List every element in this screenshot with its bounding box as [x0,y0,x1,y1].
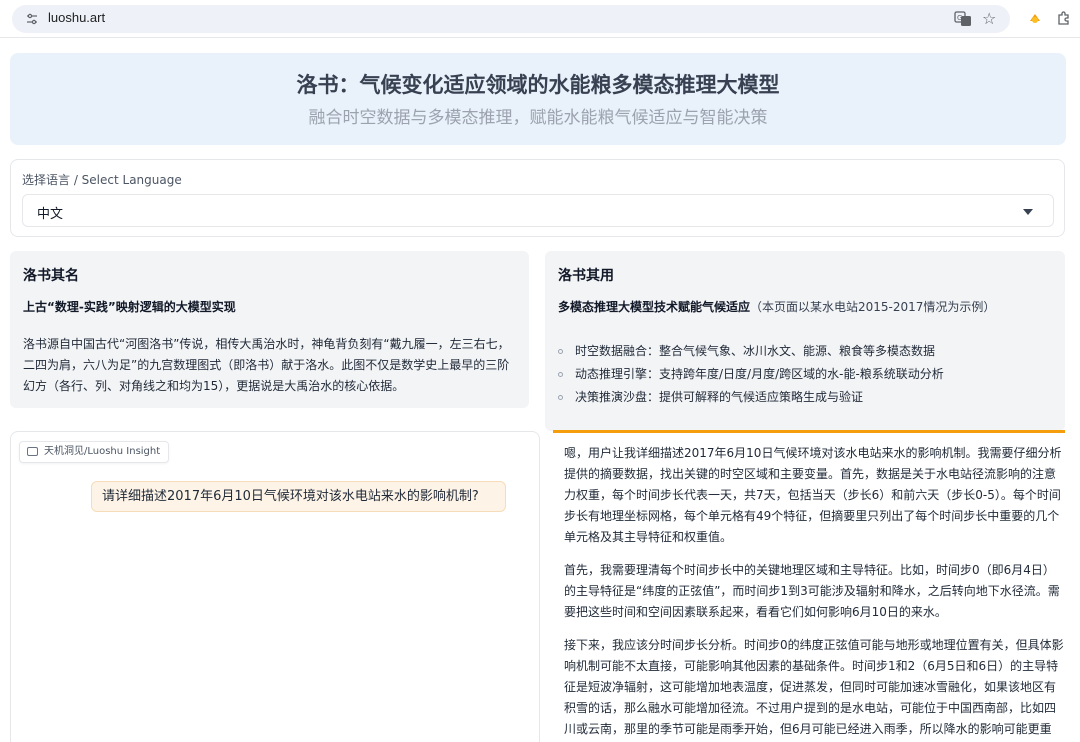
feature-text: 时空数据融合：整合气候气象、冰川水文、能源、粮食等多模态数据 [575,344,935,358]
list-item: 动态推理引擎：支持跨年度/日度/月度/跨区域的水-能-粮系统联动分析 [558,363,944,386]
header-banner: 洛书：气候变化适应领域的水能粮多模态推理大模型 融合时空数据与多模态推理，赋能水… [10,53,1066,145]
star-icon[interactable]: ☆ [982,9,996,29]
card-body-text: 洛书源自中国古代“河图洛书”传说，相传大禹治水时，神龟背负刻有“戴九履一，左三右… [23,334,519,397]
card-title: 洛书其用 [558,265,614,285]
page-subtitle: 融合时空数据与多模态推理，赋能水能粮气候适应与智能决策 [10,103,1066,128]
card-subtitle: 上古“数理-实践”映射逻辑的大模型实现 [23,298,236,315]
chat-tag-label: 天机洞见/Luoshu Insight [44,446,160,457]
card-subtitle: 多模态推理大模型技术赋能气候适应（本页面以某水电站2015-2017情况为示例） [558,298,995,315]
tune-icon[interactable] [26,13,38,25]
card-subtitle-main: 多模态推理大模型技术赋能气候适应 [558,300,750,314]
chat-panel[interactable]: 天机洞见/Luoshu Insight 请详细描述2017年6月10日气候环境对… [10,431,540,742]
language-panel: 选择语言 / Select Language 中文 [10,159,1065,237]
response-paragraph: 嗯，用户让我详细描述2017年6月10日气候环境对该水电站来水的影响机制。我需要… [564,443,1064,548]
language-label: 选择语言 / Select Language [22,171,182,188]
chat-icon [27,447,38,456]
chat-tag: 天机洞见/Luoshu Insight [19,441,169,463]
bullet-icon [558,372,563,377]
card-title: 洛书其名 [23,265,79,285]
card-subtitle-note: （本页面以某水电站2015-2017情况为示例） [750,300,995,314]
translate-icon[interactable]: G [954,10,972,28]
page-title: 洛书：气候变化适应领域的水能粮多模态推理大模型 [10,69,1066,99]
user-message: 请详细描述2017年6月10日气候环境对该水电站来水的影响机制? [91,481,506,512]
language-select[interactable]: 中文 [22,194,1054,227]
chevron-down-icon[interactable] [1023,209,1033,215]
card-luoshu-use: 洛书其用 多模态推理大模型技术赋能气候适应（本页面以某水电站2015-2017情… [545,251,1065,431]
address-bar[interactable]: luoshu.art G ☆ [12,5,1010,33]
url-text[interactable]: luoshu.art [48,10,105,25]
extension-icon[interactable] [1028,11,1042,25]
feature-text: 动态推理引擎：支持跨年度/日度/月度/跨区域的水-能-粮系统联动分析 [575,367,944,381]
response-panel[interactable]: 嗯，用户让我详细描述2017年6月10日气候环境对该水电站来水的影响机制。我需要… [553,430,1065,742]
response-paragraph: 首先，我需要理清每个时间步长中的关键地理区域和主导特征。比如，时间步0（即6月4… [564,560,1064,623]
puzzle-icon[interactable] [1056,10,1072,26]
svg-text:G: G [957,14,962,22]
browser-toolbar: luoshu.art G ☆ [0,0,1080,38]
card-luoshu-name: 洛书其名 上古“数理-实践”映射逻辑的大模型实现 洛书源自中国古代“河图洛书”传… [10,251,529,408]
list-item: 时空数据融合：整合气候气象、冰川水文、能源、粮食等多模态数据 [558,340,944,363]
response-paragraph: 接下来，我应该分时间步长分析。时间步0的纬度正弦值可能与地形或地理位置有关，但具… [564,635,1064,742]
feature-list: 时空数据融合：整合气候气象、冰川水文、能源、粮食等多模态数据 动态推理引擎：支持… [558,340,944,409]
bullet-icon [558,349,563,354]
list-item: 决策推演沙盘：提供可解释的气候适应策略生成与验证 [558,386,944,409]
feature-text: 决策推演沙盘：提供可解释的气候适应策略生成与验证 [575,390,863,404]
response-body: 嗯，用户让我详细描述2017年6月10日气候环境对该水电站来水的影响机制。我需要… [564,443,1064,742]
bullet-icon [558,395,563,400]
language-value: 中文 [37,203,63,222]
